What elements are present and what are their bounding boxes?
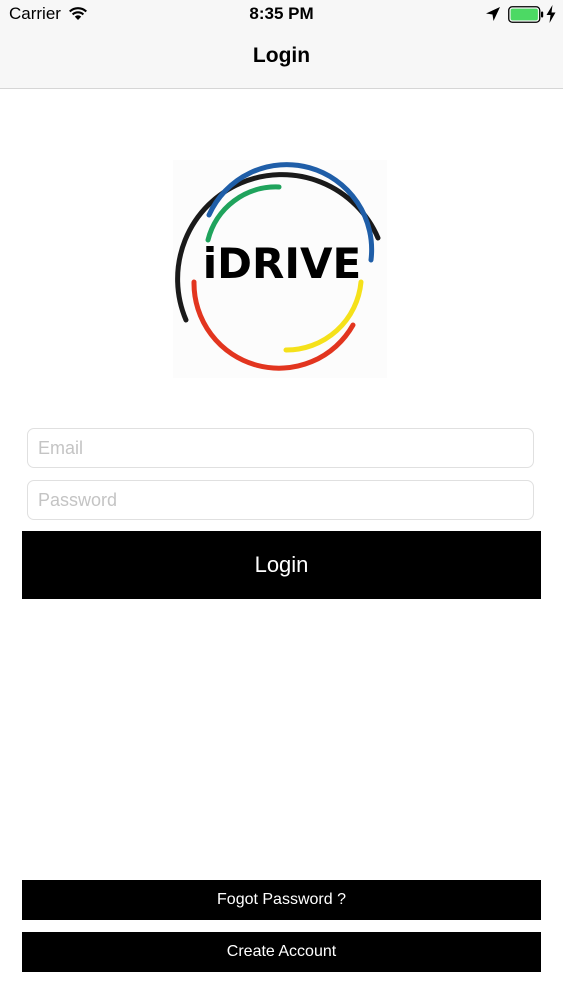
create-account-button[interactable]: Create Account bbox=[22, 932, 541, 972]
password-field[interactable] bbox=[27, 480, 534, 520]
logo-ring-yellow bbox=[283, 279, 364, 353]
logo-wordmark: iDRIVE bbox=[203, 239, 361, 288]
login-button[interactable]: Login bbox=[22, 531, 541, 599]
charging-bolt-icon bbox=[546, 5, 556, 23]
top-bar: Carrier 8:35 PM Login bbox=[0, 0, 563, 89]
battery-icon bbox=[508, 6, 544, 23]
clock-label: 8:35 PM bbox=[249, 4, 314, 23]
logo-ring-red bbox=[191, 279, 356, 371]
location-arrow-icon bbox=[486, 7, 500, 21]
status-bar: Carrier 8:35 PM bbox=[0, 0, 563, 30]
idrive-logo-graphic: iDRIVE bbox=[175, 162, 381, 371]
forgot-password-button[interactable]: Fogot Password ? bbox=[22, 880, 541, 920]
app-logo: iDRIVE bbox=[173, 160, 387, 378]
page-title: Login bbox=[252, 44, 311, 67]
email-field[interactable] bbox=[27, 428, 534, 468]
